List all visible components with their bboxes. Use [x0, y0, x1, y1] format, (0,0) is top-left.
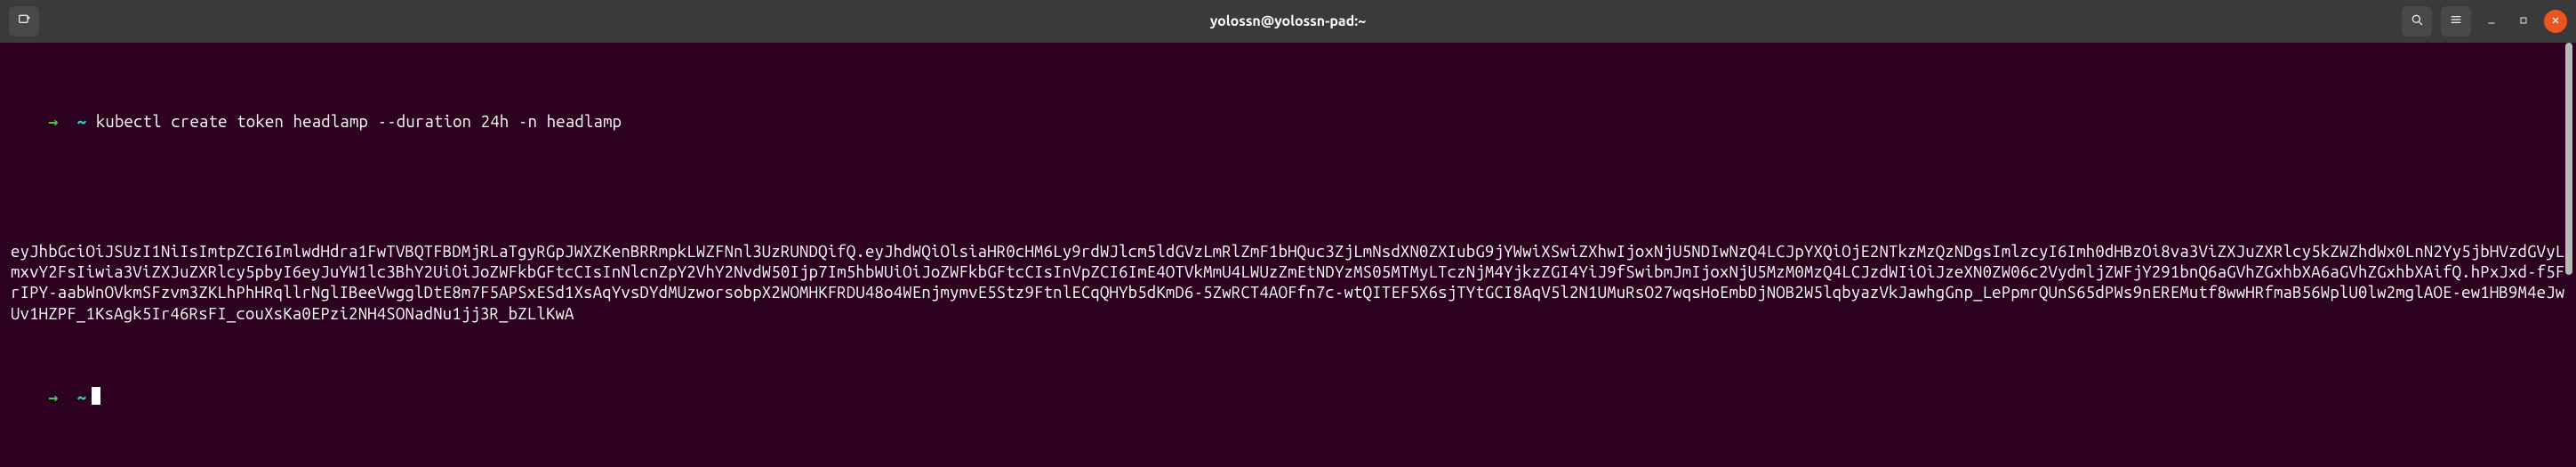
search-icon	[2410, 12, 2424, 30]
new-tab-icon	[17, 12, 31, 30]
command-text: kubectl create token headlamp --duration…	[96, 113, 622, 131]
search-button[interactable]	[2402, 6, 2432, 36]
close-icon	[2550, 13, 2561, 29]
prompt-line-1: → ~ kubectl create token headlamp --dura…	[11, 92, 2565, 154]
titlebar-left-group	[9, 6, 39, 36]
maximize-button[interactable]	[2512, 10, 2535, 33]
hamburger-menu-icon	[2449, 12, 2463, 30]
prompt-line-2: → ~	[11, 366, 2565, 429]
prompt-arrow: →	[48, 113, 58, 131]
maximize-icon	[2518, 13, 2529, 29]
terminal-area[interactable]: → ~ kubectl create token headlamp --dura…	[0, 43, 2576, 467]
command-output: eyJhbGciOiJSUzI1NiIsImtpZCI6ImlwdHdra1Fw…	[11, 242, 2565, 325]
minimize-button[interactable]	[2480, 10, 2503, 33]
titlebar-right-group	[2402, 6, 2567, 36]
prompt-path-2: ~	[77, 389, 87, 407]
window-title: yolossn@yolossn-pad:~	[0, 13, 2576, 29]
terminal-cursor	[92, 387, 100, 405]
new-tab-button[interactable]	[9, 6, 39, 36]
window-titlebar: yolossn@yolossn-pad:~	[0, 0, 2576, 43]
scrollbar-track[interactable]	[2564, 43, 2574, 465]
prompt-arrow-2: →	[48, 389, 58, 407]
minimize-icon	[2486, 13, 2497, 29]
hamburger-menu-button[interactable]	[2441, 6, 2471, 36]
scrollbar-thumb[interactable]	[2565, 43, 2572, 275]
close-button[interactable]	[2544, 10, 2567, 33]
prompt-path: ~	[77, 113, 87, 131]
